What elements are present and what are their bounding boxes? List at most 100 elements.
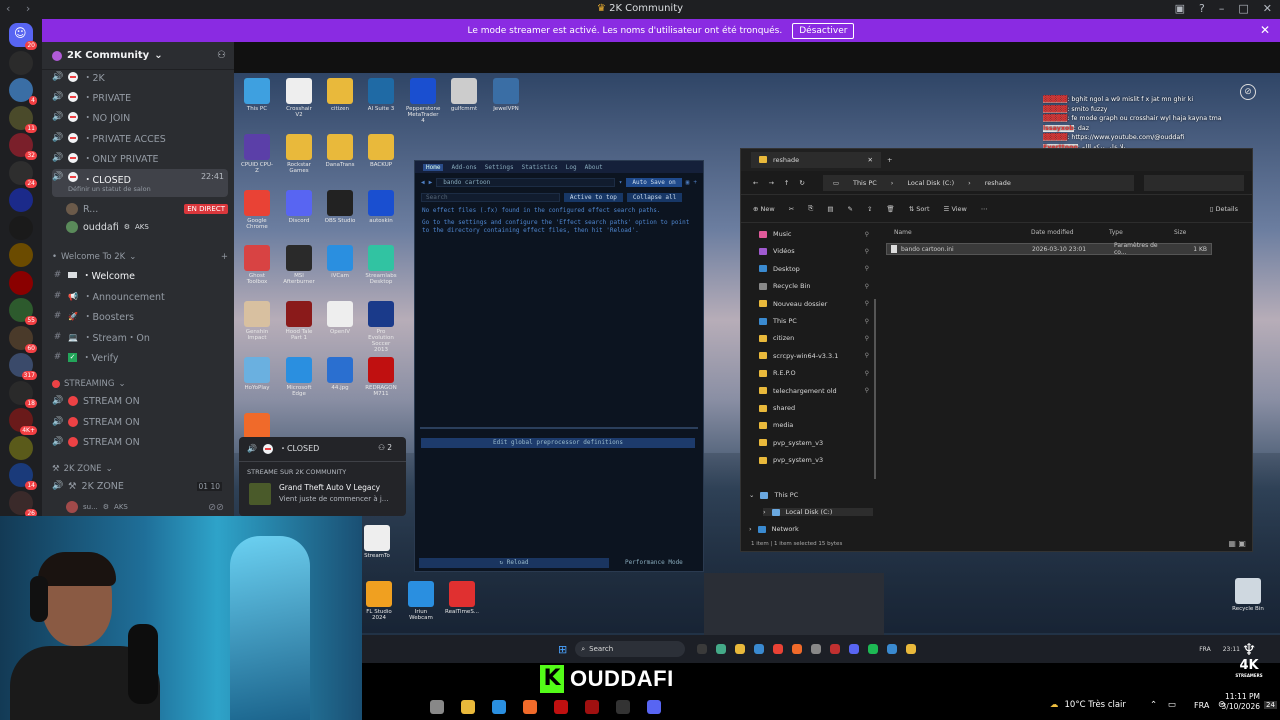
server-icon-4[interactable]: 32 <box>9 133 37 160</box>
language-indicator[interactable]: FRA <box>1199 646 1210 653</box>
desktop-icon[interactable]: Discord <box>282 190 316 224</box>
desktop-icon[interactable]: AI Suite 3 <box>364 78 398 112</box>
new-button[interactable]: ⊕ New <box>753 205 775 213</box>
category-2k-zone[interactable]: ⚒ 2K ZONE ⌄ <box>52 464 228 474</box>
up-icon[interactable]: ↑ <box>784 179 789 187</box>
desktop-icon[interactable]: JewelVPN <box>489 78 523 112</box>
server-icon-2[interactable]: 4 <box>9 78 37 105</box>
server-icon-8[interactable] <box>9 243 33 267</box>
col-name[interactable]: Name <box>894 229 912 236</box>
channel-boosters[interactable]: # 🚀 ・Boosters <box>52 307 228 325</box>
collapse-all-button[interactable]: Collapse all <box>626 192 683 202</box>
desktop-icon[interactable]: REDRAGON M711 <box>364 357 398 397</box>
breadcrumb[interactable]: ▭ This PC › Local Disk (C:) › reshade <box>822 174 1134 191</box>
nav-item[interactable]: media <box>759 421 869 429</box>
desktop-icon[interactable]: MSI Afterburner <box>282 245 316 285</box>
back-icon[interactable]: ← <box>753 179 758 187</box>
voice-stream-popup[interactable]: 🔊 ・CLOSED ⚇ 2 STREAME SUR 2K COMMUNITY G… <box>239 437 406 516</box>
server-icon-7[interactable] <box>9 215 33 240</box>
pinned-app-icon[interactable] <box>523 700 537 714</box>
nav-item[interactable]: Desktop ⚲ <box>759 265 869 273</box>
new-tab-icon[interactable]: + <box>887 156 892 164</box>
desktop-icon[interactable]: Pepperstone MetaTrader 4 <box>406 78 440 124</box>
server-icon-12[interactable]: 317 <box>9 353 37 380</box>
sort-button[interactable]: ⇅ Sort <box>909 205 930 213</box>
desktop-icon[interactable]: Genshin Impact <box>240 301 274 341</box>
server-icon-5[interactable]: 24 <box>9 160 37 188</box>
desktop-icon[interactable]: Crosshair V2 <box>282 78 316 118</box>
taskbar-app-icon[interactable] <box>773 644 784 654</box>
desktop-icon[interactable]: CPUID CPU-Z <box>240 134 274 174</box>
taskbar-app-icon[interactable] <box>792 644 803 654</box>
taskbar-app-icon[interactable] <box>906 644 917 654</box>
tree-item[interactable]: › Network <box>749 525 859 533</box>
language-indicator-main[interactable]: FRA <box>1194 701 1209 710</box>
taskbar-app-icon[interactable] <box>849 644 860 654</box>
desktop-icon[interactable]: autoskin <box>364 190 398 224</box>
desktop-icon[interactable]: Pro Evolution Soccer 2013 <box>364 301 398 353</box>
server-icon-17[interactable]: 26 <box>9 490 37 518</box>
nav-item[interactable]: citizen ⚲ <box>759 334 869 342</box>
pinned-app-icon[interactable] <box>430 700 444 714</box>
weather-widget[interactable]: ☁ 10°C Très clair <box>1050 700 1126 710</box>
pinned-app-icon[interactable] <box>585 700 599 714</box>
close-window-button[interactable]: ✕ <box>1263 2 1272 15</box>
preset-name-field[interactable]: bando cartoon <box>436 177 615 187</box>
save-icon[interactable]: ▣ <box>686 179 690 186</box>
taskbar-app-icon[interactable] <box>830 644 841 654</box>
copy-icon[interactable]: ⎘ <box>808 204 813 213</box>
desktop-icon[interactable]: gulfcmmt <box>447 78 481 112</box>
channel-only-private[interactable]: 🔊 ・ONLY PRIVATE <box>52 149 228 167</box>
desktop-icon[interactable]: 44.jpg <box>323 357 357 391</box>
server-icon-0[interactable]: ☺ 20 <box>9 23 37 50</box>
file-row-selected[interactable]: bando cartoon.ini 2026-03-10 23:01 Param… <box>886 242 1212 256</box>
server-icon-3[interactable]: 11 <box>9 105 37 133</box>
taskbar-app-icon[interactable] <box>868 644 879 654</box>
minimize-button[interactable]: – <box>1219 2 1225 15</box>
crumb-this-pc[interactable]: This PC <box>853 179 877 187</box>
tree-item[interactable]: ⌄ This PC <box>749 491 859 499</box>
desktop-icon[interactable]: BACKUP <box>364 134 398 168</box>
desktop-icon[interactable]: HoYoPlay <box>240 357 274 391</box>
channel-2k[interactable]: 🔊 ・2K <box>52 68 228 86</box>
voice-member[interactable]: ouddafi ⚙ AKS <box>66 218 228 236</box>
view-toggle-icons[interactable]: ▦ ▣ <box>1228 539 1246 548</box>
more-icon[interactable]: ⋯ <box>981 205 988 213</box>
add-channel-icon[interactable]: + <box>221 252 228 262</box>
expand-chevron-icon[interactable]: › <box>763 508 766 516</box>
desktop-icon[interactable]: citizen <box>323 78 357 112</box>
desktop-icon[interactable]: Google Chrome <box>240 190 274 230</box>
desktop-icon[interactable]: This PC <box>240 78 274 112</box>
reshade-menu-home[interactable]: Home <box>423 163 444 171</box>
expand-chevron-icon[interactable]: › <box>749 525 752 533</box>
taskbar-search[interactable]: ⌕ Search <box>575 641 686 657</box>
reshade-menu-log[interactable]: Log <box>566 164 577 171</box>
server-icon-11[interactable]: 60 <box>9 325 37 353</box>
close-tab-icon[interactable]: ✕ <box>868 156 873 164</box>
category-welcome[interactable]: • Welcome To 2K ⌄ + <box>52 252 228 262</box>
desktop-icon[interactable]: Ghost Toolbox <box>240 245 274 285</box>
desktop-icon[interactable]: OBS Studio <box>323 190 357 224</box>
channel-closed-selected[interactable]: 🔊 ・CLOSED 22:41 Définir un statut de sal… <box>52 169 228 197</box>
taskbar-app-icon[interactable] <box>887 644 898 654</box>
channel-verify[interactable]: # ✓ ・Verify <box>52 348 228 366</box>
server-icon-13[interactable]: 18 <box>9 380 37 408</box>
col-date[interactable]: Date modified <box>1031 229 1074 236</box>
server-icon-16[interactable]: 14 <box>9 463 37 490</box>
search-input[interactable] <box>1143 174 1244 191</box>
forward-icon[interactable]: → <box>768 179 773 187</box>
server-icon-9[interactable] <box>9 270 33 295</box>
details-button[interactable]: ▯ Details <box>1210 205 1238 213</box>
category-streaming[interactable]: STREAMING ⌄ <box>52 379 228 389</box>
reshade-menu-settings[interactable]: Settings <box>485 164 514 171</box>
nav-item[interactable]: This PC ⚲ <box>759 317 869 325</box>
crumb-local-disk[interactable]: Local Disk (C:) <box>907 179 954 187</box>
desktop-icon[interactable]: RealTimeS... <box>445 581 479 615</box>
nav-item[interactable]: shared <box>759 404 869 412</box>
desktop-icon[interactable]: Hood Tale Part 1 <box>282 301 316 341</box>
channel-stream-on-3[interactable]: 🔊 STREAM ON <box>52 433 228 451</box>
desktop-icon[interactable]: Streamlabs Desktop <box>364 245 398 285</box>
disable-streamer-button[interactable]: Désactiver <box>792 22 855 39</box>
desktop-icon[interactable]: Microsoft Edge <box>282 357 316 397</box>
tree-item[interactable]: › Local Disk (C:) <box>763 508 873 516</box>
